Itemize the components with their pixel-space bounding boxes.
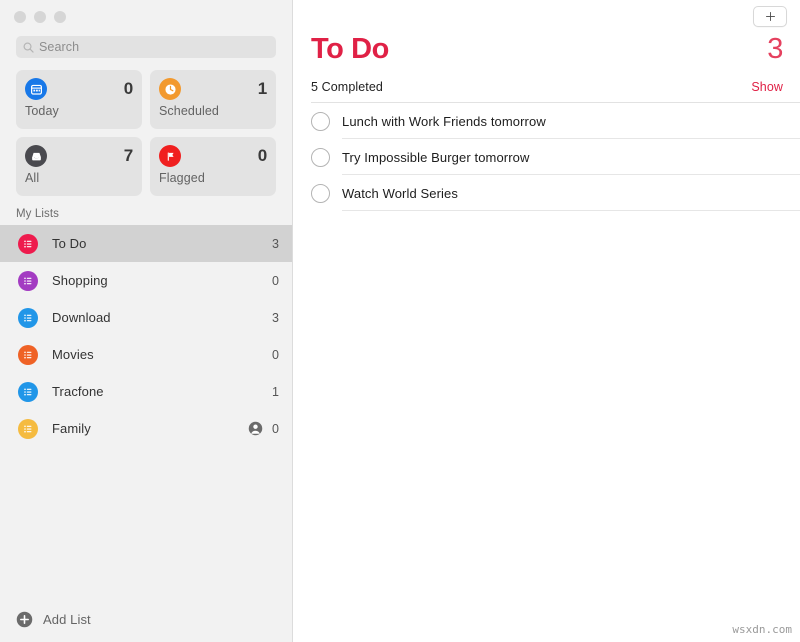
my-lists-header: My Lists [16,208,59,220]
sidebar-item-label: Download [52,310,111,325]
smart-list-label: Scheduled [159,104,219,118]
sidebar-item-label: Tracfone [52,384,104,399]
sidebar-item-to-do[interactable]: To Do 3 [0,225,292,262]
list-bullets-icon [18,344,38,365]
sidebar-item-count: 0 [272,273,279,288]
smart-list-count: 7 [123,146,133,165]
smart-list-label: All [25,171,40,185]
add-list-label: Add List [43,611,91,627]
zoom-button[interactable] [54,11,66,23]
minimize-button[interactable] [34,11,46,23]
reminder-title: Lunch with Work Friends tomorrow [342,113,546,129]
sidebar-item-label: To Do [52,236,87,251]
sidebar-item-label: Shopping [52,273,108,288]
smart-list-label: Flagged [159,171,205,185]
search-container: Search [0,23,292,58]
clock-icon [159,78,181,100]
completed-label: 5 Completed [311,80,383,94]
smart-list-count: 0 [123,79,133,98]
sidebar-item-count: 1 [272,384,279,399]
sidebar-item-count: 0 [272,347,279,362]
reminder-count: 3 [767,33,783,65]
reminder-checkbox[interactable] [311,183,330,203]
smart-list-today[interactable]: 0 Today [16,70,142,129]
sidebar-item-movies[interactable]: Movies 0 [0,336,292,373]
reminder-row[interactable]: Try Impossible Burger tomorrow [293,139,800,175]
list-bullets-icon [18,233,38,254]
sidebar-item-tracfone[interactable]: Tracfone 1 [0,373,292,410]
flag-icon [159,145,181,167]
close-button[interactable] [14,11,26,23]
content-area: To Do 3 5 Completed Show Lunch with Work… [293,0,800,642]
list-bullets-icon [18,307,38,328]
smart-list-scheduled[interactable]: 1 Scheduled [150,70,276,129]
sidebar-item-label: Family [52,421,91,436]
completed-row: 5 Completed Show [293,66,800,102]
watermark: wsxdn.com [732,623,792,636]
list-header: To Do 3 [293,0,800,66]
plus-circle-icon [16,611,33,627]
reminder-checkbox[interactable] [311,147,330,167]
reminders-list: Lunch with Work Friends tomorrow Try Imp… [293,103,800,211]
calendar-icon [25,78,47,100]
search-icon [23,42,34,53]
add-list-button[interactable]: Add List [0,596,292,642]
list-bullets-icon [18,270,38,291]
plus-icon [765,12,775,21]
smart-list-label: Today [25,104,59,118]
smart-list-flagged[interactable]: 0 Flagged [150,137,276,196]
reminder-title: Watch World Series [342,185,458,201]
add-reminder-button[interactable] [753,6,787,27]
reminder-checkbox[interactable] [311,111,330,131]
sidebar-item-label: Movies [52,347,94,362]
my-lists-container: To Do 3 Shopping 0 Download 3 Movies 0 T… [0,225,292,447]
sidebar-item-count: 3 [272,236,279,251]
shared-person-icon [248,421,263,436]
search-input[interactable]: Search [16,36,276,58]
sidebar-item-count: 0 [272,421,279,436]
reminder-row[interactable]: Watch World Series [293,175,800,211]
inbox-icon [25,145,47,167]
sidebar-item-shopping[interactable]: Shopping 0 [0,262,292,299]
sidebar-item-count: 3 [272,310,279,325]
smart-list-all[interactable]: 7 All [16,137,142,196]
sidebar: Search 0 Today 1 Scheduled 7 All 0 Flagg… [0,0,293,642]
sidebar-item-download[interactable]: Download 3 [0,299,292,336]
show-completed-button[interactable]: Show [751,80,783,94]
search-placeholder: Search [39,40,80,54]
smart-list-count: 0 [257,146,267,165]
smart-list-count: 1 [257,79,267,98]
reminders-window: Search 0 Today 1 Scheduled 7 All 0 Flagg… [0,0,800,642]
list-bullets-icon [18,381,38,402]
traffic-lights [0,0,292,23]
list-bullets-icon [18,418,38,439]
smart-lists-grid: 0 Today 1 Scheduled 7 All 0 Flagged [0,58,292,196]
reminder-row[interactable]: Lunch with Work Friends tomorrow [293,103,800,139]
page-title: To Do [311,33,389,65]
reminder-title: Try Impossible Burger tomorrow [342,149,530,165]
sidebar-item-family[interactable]: Family 0 [0,410,292,447]
